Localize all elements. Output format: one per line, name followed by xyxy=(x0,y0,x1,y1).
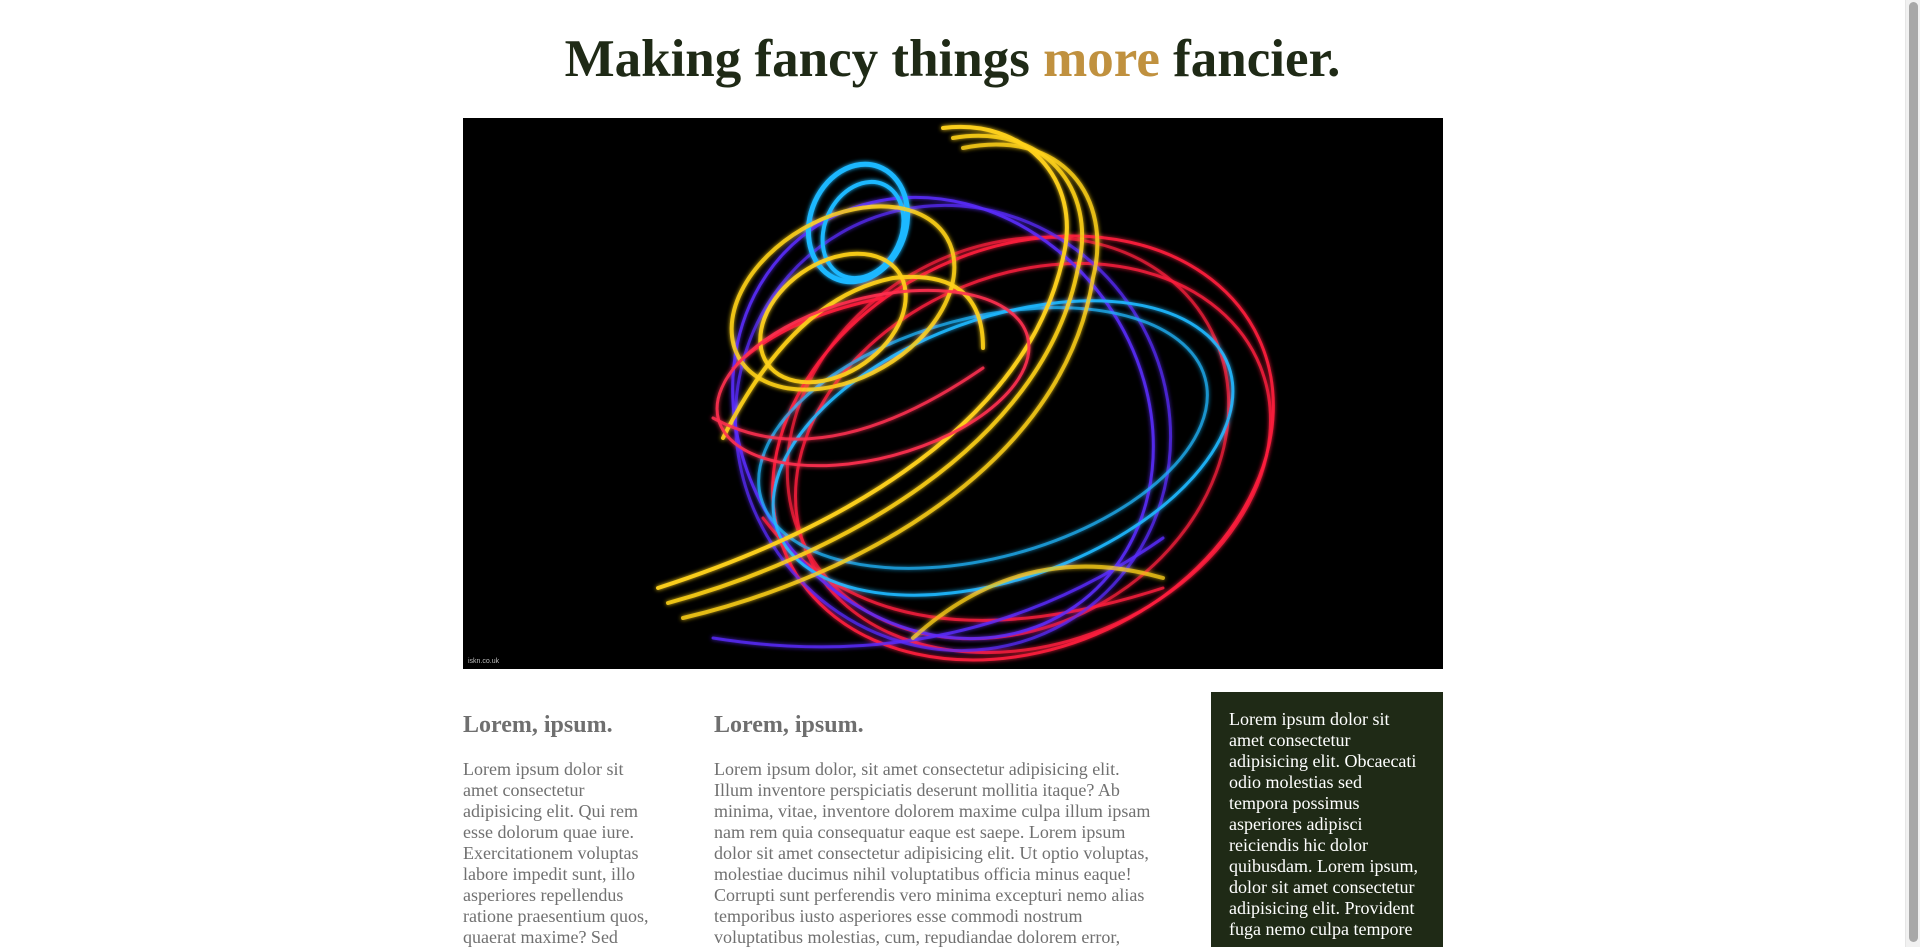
column-1-text: Lorem ipsum dolor sit amet consectetur a… xyxy=(463,759,649,947)
title-text-start: Making fancy things xyxy=(564,30,1044,88)
column-2-heading: Lorem, ipsum. xyxy=(714,712,864,738)
content-column-2: Lorem, ipsum. Lorem ipsum dolor, sit ame… xyxy=(714,710,1154,947)
column-1-heading: Lorem, ipsum. xyxy=(463,712,613,738)
title-text-end: fancier. xyxy=(1159,30,1341,88)
title-accent-word: more xyxy=(1043,30,1160,88)
sidebar-box: Lorem ipsum dolor sit amet consectetur a… xyxy=(1211,692,1443,947)
image-watermark: iskn.co.uk xyxy=(468,658,500,665)
page: Making fancy things more fancier. iskn.c… xyxy=(0,0,1905,947)
light-trails-graphic xyxy=(656,124,1275,662)
hero-image: iskn.co.uk xyxy=(463,118,1443,669)
column-2-text: Lorem ipsum dolor, sit amet consectetur … xyxy=(714,759,1151,947)
scrollbar-thumb[interactable] xyxy=(1909,2,1918,942)
vertical-scrollbar[interactable] xyxy=(1905,0,1920,947)
content-column-1: Lorem, ipsum. Lorem ipsum dolor sit amet… xyxy=(463,710,658,947)
sidebar-text: Lorem ipsum dolor sit amet consectetur a… xyxy=(1229,709,1418,939)
page-title: Making fancy things more fancier. xyxy=(0,28,1905,90)
